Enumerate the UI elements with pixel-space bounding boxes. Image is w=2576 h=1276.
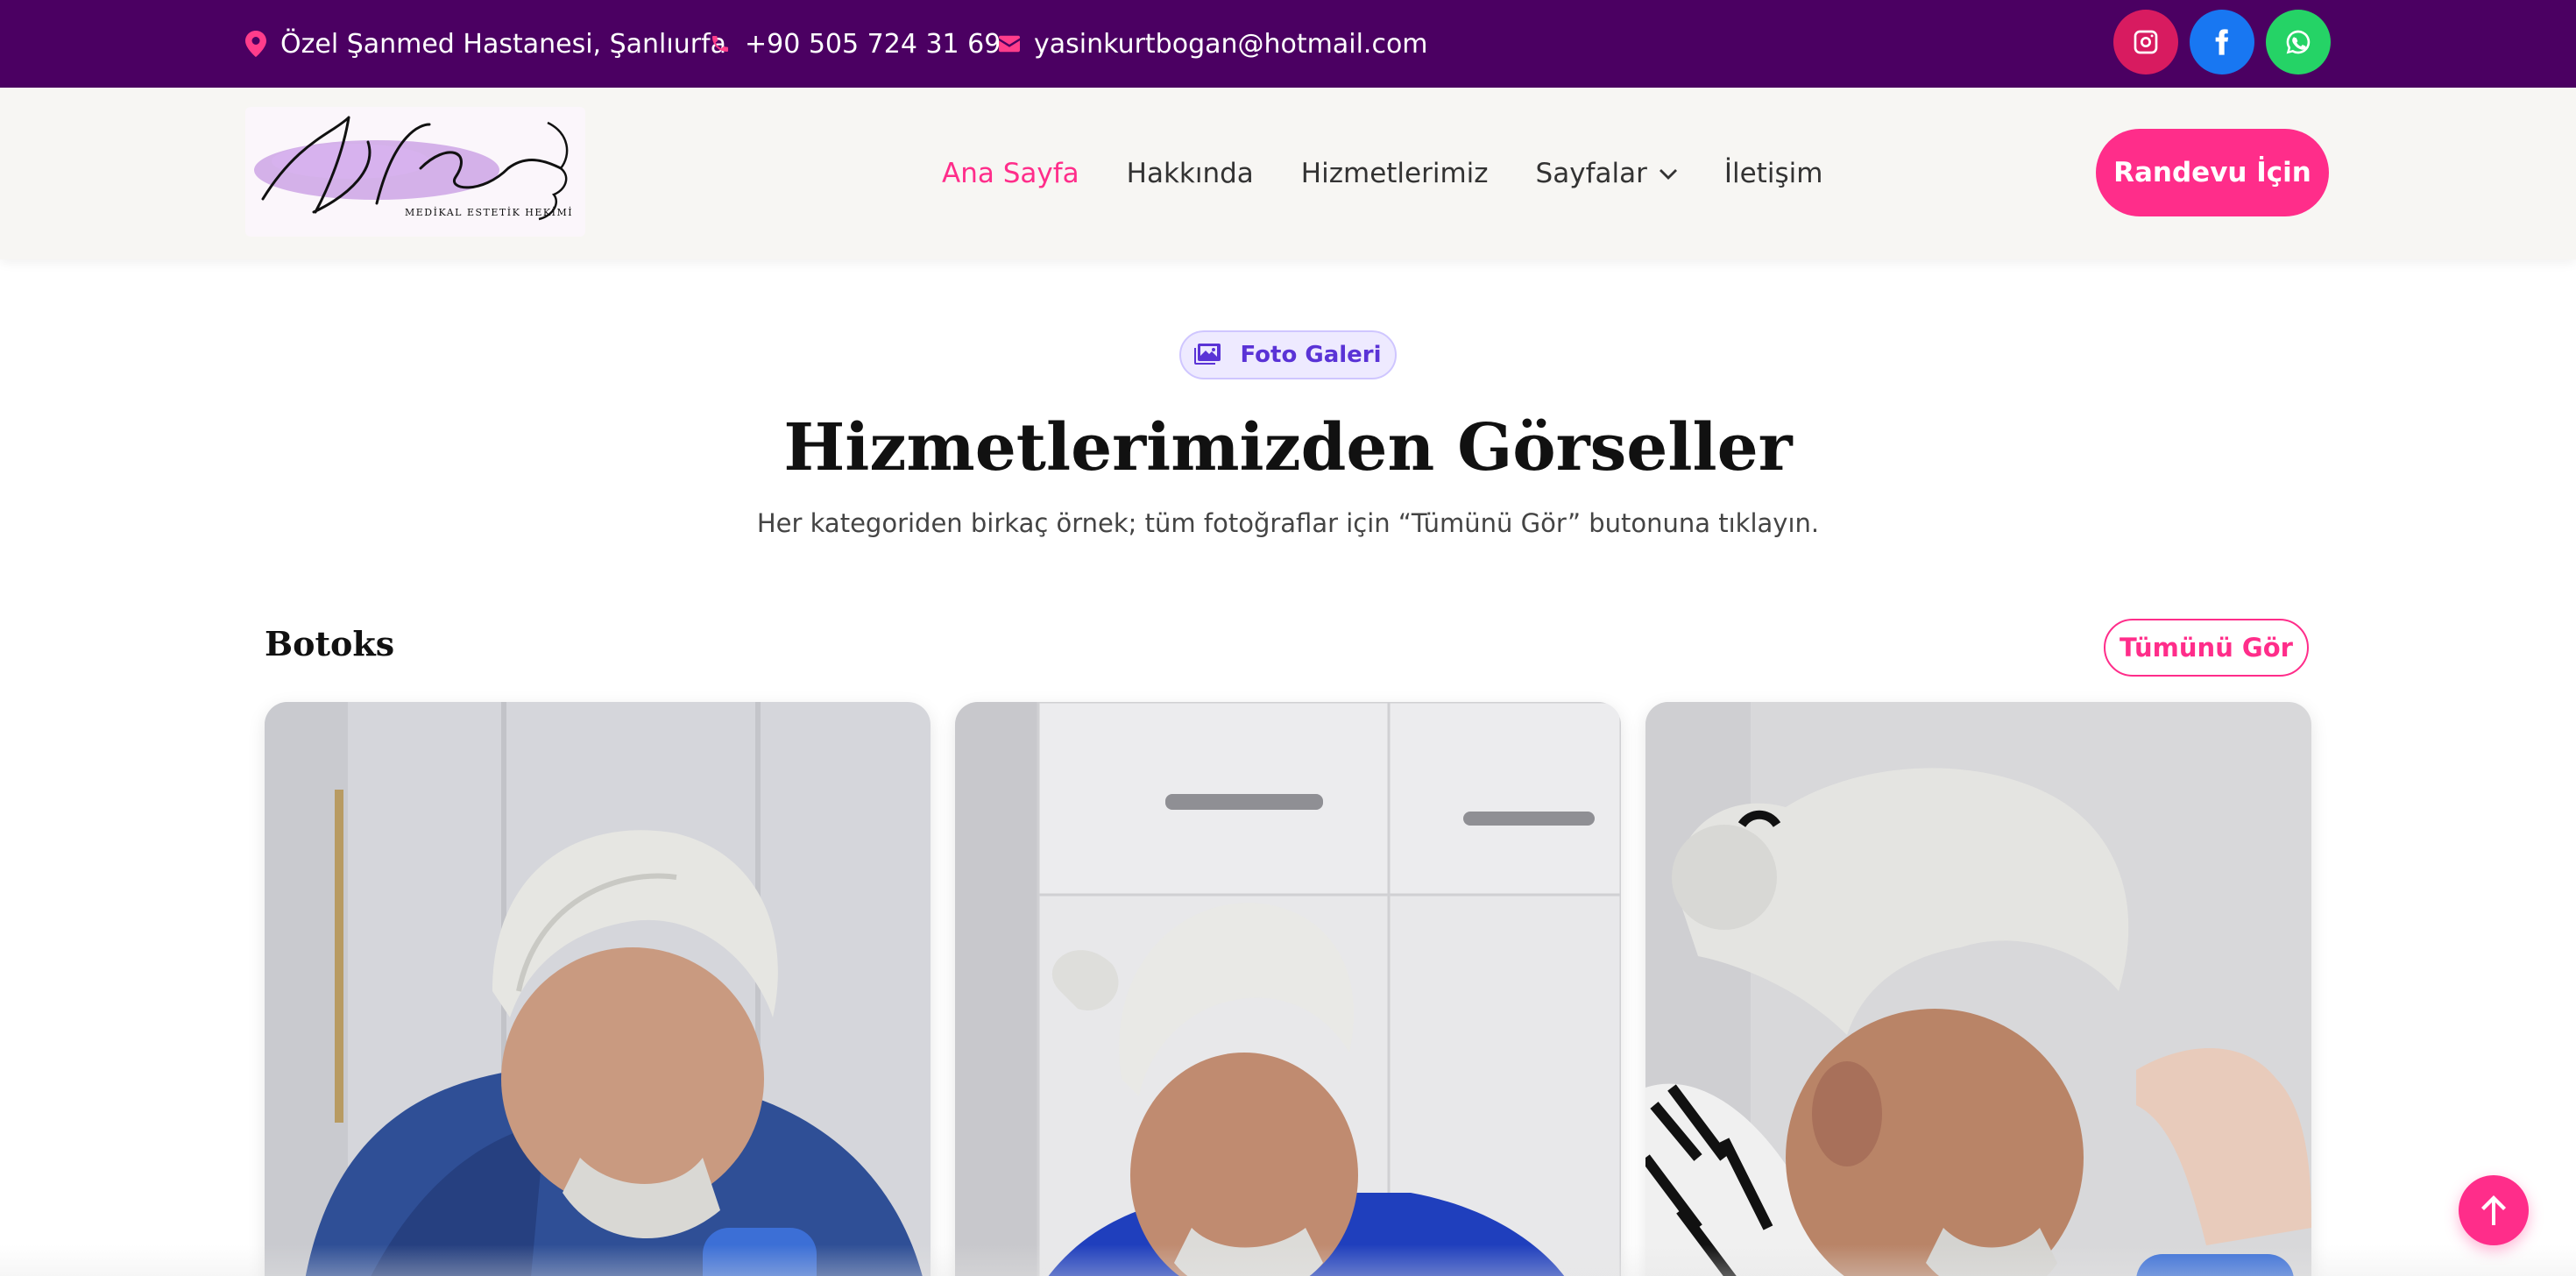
scroll-to-top-button[interactable] bbox=[2459, 1175, 2529, 1245]
nav-item-pages-label: Sayfalar bbox=[1535, 158, 1647, 189]
appointment-button[interactable]: Randevu İçin bbox=[2096, 129, 2329, 216]
logo-image: MEDİKAL ESTETİK HEKİMİ bbox=[254, 116, 573, 221]
see-all-button[interactable]: Tümünü Gör bbox=[2104, 619, 2309, 677]
main-header: MEDİKAL ESTETİK HEKİMİ Ana Sayfa Hakkınd… bbox=[0, 88, 2576, 259]
arrow-up-icon bbox=[2481, 1195, 2506, 1225]
category-title: Botoks bbox=[265, 624, 395, 663]
gallery-icon bbox=[1194, 344, 1221, 365]
location-text: Özel Şanmed Hastanesi, Şanlıurfa bbox=[280, 28, 727, 60]
phone-text: +90 505 724 31 69 bbox=[745, 28, 1001, 60]
whatsapp-button[interactable] bbox=[2266, 10, 2331, 74]
site-logo[interactable]: MEDİKAL ESTETİK HEKİMİ bbox=[245, 107, 585, 237]
main-nav: Ana Sayfa Hakkında Hizmetlerimiz Sayfala… bbox=[942, 88, 1822, 259]
nav-item-about[interactable]: Hakkında bbox=[1127, 158, 1254, 189]
nav-item-contact[interactable]: İletişim bbox=[1724, 158, 1823, 189]
nav-item-pages[interactable]: Sayfalar bbox=[1536, 158, 1677, 189]
facebook-button[interactable] bbox=[2190, 10, 2254, 74]
nav-item-home[interactable]: Ana Sayfa bbox=[942, 158, 1079, 189]
top-info-bar: Özel Şanmed Hastanesi, Şanlıurfa +90 505… bbox=[0, 0, 2576, 88]
page-subtitle: Her kategoriden birkaç örnek; tüm fotoğr… bbox=[756, 508, 1820, 538]
photo-image bbox=[955, 702, 1621, 1276]
instagram-button[interactable] bbox=[2113, 10, 2178, 74]
whatsapp-icon bbox=[2286, 30, 2311, 54]
section-badge: Foto Galeri bbox=[1179, 330, 1397, 379]
gallery-photo[interactable] bbox=[265, 702, 931, 1276]
instagram-icon bbox=[2134, 30, 2158, 54]
gallery-photo[interactable] bbox=[955, 702, 1621, 1276]
envelope-icon bbox=[999, 35, 1020, 53]
section-badge-label: Foto Galeri bbox=[1240, 342, 1382, 368]
gallery-photo[interactable] bbox=[1645, 702, 2311, 1276]
phone-icon bbox=[712, 36, 728, 52]
location-pin-icon bbox=[245, 31, 266, 57]
facebook-icon bbox=[2215, 29, 2229, 55]
chevron-down-icon bbox=[1659, 169, 1677, 180]
email-text: yasinkurtbogan@hotmail.com bbox=[1034, 28, 1428, 60]
page-title: Hizmetlerimizden Görseller bbox=[783, 410, 1793, 486]
location-info: Özel Şanmed Hastanesi, Şanlıurfa bbox=[245, 0, 726, 88]
nav-item-services[interactable]: Hizmetlerimiz bbox=[1301, 158, 1489, 189]
photo-image bbox=[265, 702, 931, 1276]
photo-image bbox=[1645, 702, 2311, 1276]
email-info[interactable]: yasinkurtbogan@hotmail.com bbox=[999, 0, 1428, 88]
logo-tagline: MEDİKAL ESTETİK HEKİMİ bbox=[405, 206, 573, 218]
phone-info[interactable]: +90 505 724 31 69 bbox=[710, 0, 1001, 88]
